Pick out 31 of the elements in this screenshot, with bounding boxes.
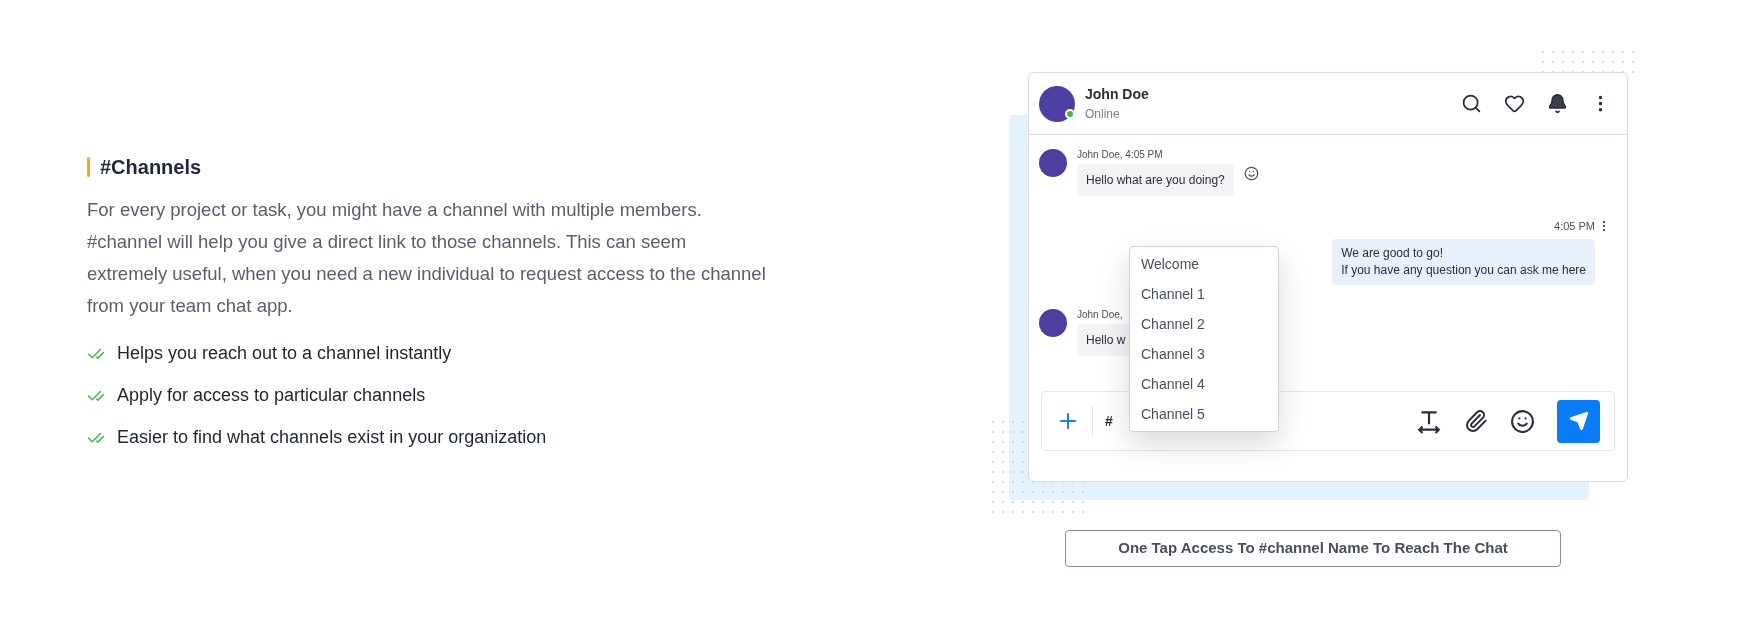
message-input[interactable]: #	[1105, 410, 1125, 432]
paper-plane-icon	[1568, 411, 1589, 431]
paperclip-icon[interactable]	[1464, 409, 1488, 433]
feature-point: Helps you reach out to a channel instantly	[117, 342, 452, 365]
smiley-icon[interactable]	[1510, 408, 1535, 434]
section-heading: #Channels	[100, 155, 202, 180]
bell-icon[interactable]	[1547, 93, 1568, 114]
heart-icon[interactable]	[1504, 93, 1525, 114]
feature-point: Easier to find what channels exist in your organization	[117, 426, 547, 449]
avatar	[1039, 149, 1067, 177]
message-bubble: Hello what are you doing?	[1077, 164, 1234, 196]
caption-label: One Tap Access To #channel Name To Reach The Chat	[1065, 530, 1561, 567]
send-button[interactable]	[1557, 399, 1600, 443]
message-bubble: We are good to go! If you have any question you can ask me here	[1332, 238, 1595, 285]
accent-bar	[87, 157, 90, 177]
feature-point: Apply for access to particular channels	[117, 384, 426, 407]
channel-option[interactable]: Channel 4	[1130, 369, 1278, 399]
channel-option[interactable]: Channel 1	[1130, 279, 1278, 309]
channel-option[interactable]: Welcome	[1130, 249, 1278, 279]
avatar	[1039, 308, 1067, 337]
search-icon[interactable]	[1461, 93, 1482, 114]
contact-status: Online	[1085, 106, 1121, 123]
contact-name: John Doe	[1085, 85, 1149, 104]
text-width-icon[interactable]	[1416, 408, 1442, 434]
message-time: 4:05 PM	[1554, 219, 1595, 234]
smiley-icon[interactable]	[1243, 165, 1259, 181]
message-sender: John Doe,	[1077, 307, 1124, 322]
message-sender: John Doe, 4:05 PM	[1077, 148, 1164, 162]
description-paragraph: For every project or task, you might have a channel with multiple members. #channel will help you give a direct link to those channels. This can seem extremely useful, when you need a new individual to request access to the channel from your team chat app.	[87, 198, 767, 318]
channel-option[interactable]: Channel 5	[1130, 399, 1278, 429]
avatar	[1039, 85, 1075, 122]
